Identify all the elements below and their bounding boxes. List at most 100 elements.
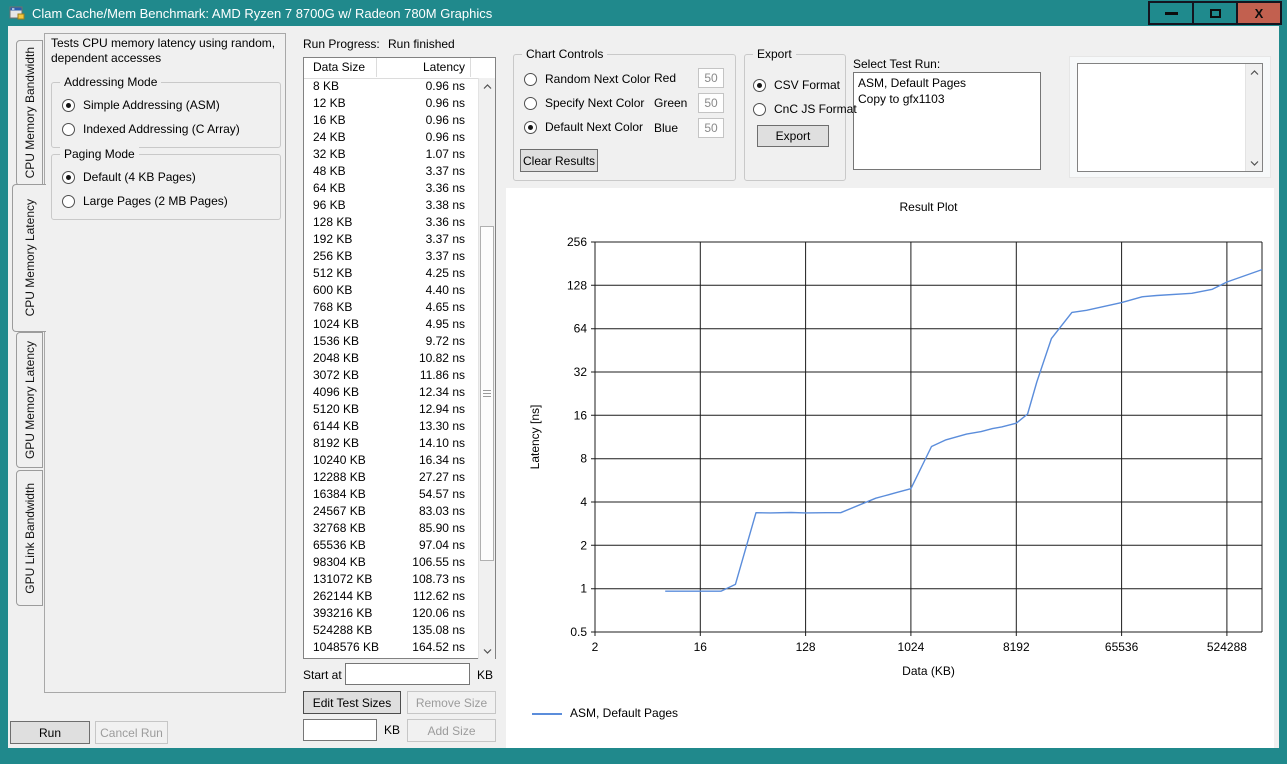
table-row[interactable]: 393216 KB120.06 ns — [304, 605, 478, 622]
table-row[interactable]: 32 KB1.07 ns — [304, 146, 478, 163]
table-row[interactable]: 131072 KB108.73 ns — [304, 571, 478, 588]
run-progress-label: Run Progress: — [303, 37, 380, 51]
svg-text:1: 1 — [580, 582, 587, 596]
close-button[interactable]: X — [1236, 1, 1282, 25]
column-divider — [376, 58, 377, 77]
start-at-input[interactable] — [345, 663, 470, 685]
scroll-up-button[interactable] — [1246, 64, 1262, 81]
log-scrollbar[interactable] — [1245, 64, 1262, 171]
add-size-button[interactable]: Add Size — [407, 719, 496, 742]
list-item[interactable]: Copy to gfx1103 — [854, 91, 1040, 107]
table-row[interactable]: 16 KB0.96 ns — [304, 112, 478, 129]
cell-latency: 0.96 ns — [426, 129, 465, 146]
table-row[interactable]: 98304 KB106.55 ns — [304, 554, 478, 571]
radio-label: Simple Addressing (ASM) — [83, 98, 220, 112]
add-size-input[interactable] — [303, 719, 377, 741]
cell-data-size: 256 KB — [313, 248, 352, 265]
scroll-down-button[interactable] — [1246, 154, 1262, 171]
column-header-latency[interactable]: Latency — [423, 60, 465, 74]
cell-latency: 11.86 ns — [420, 367, 465, 384]
cell-latency: 3.37 ns — [426, 248, 465, 265]
log-textbox[interactable] — [1077, 63, 1263, 172]
tab-cpu-memory-latency[interactable]: CPU Memory Latency — [12, 184, 46, 332]
svg-text:524288: 524288 — [1207, 640, 1247, 654]
table-row[interactable]: 24 KB0.96 ns — [304, 129, 478, 146]
table-row[interactable]: 768 KB4.65 ns — [304, 299, 478, 316]
table-row[interactable]: 48 KB3.37 ns — [304, 163, 478, 180]
cell-data-size: 6144 KB — [313, 418, 359, 435]
run-button[interactable]: Run — [10, 721, 90, 744]
table-row[interactable]: 12288 KB27.27 ns — [304, 469, 478, 486]
scroll-up-button[interactable] — [479, 78, 495, 95]
table-row[interactable]: 512 KB4.25 ns — [304, 265, 478, 282]
list-item[interactable]: ASM, Default Pages — [854, 75, 1040, 91]
table-row[interactable]: 256 KB 3.37 ns — [304, 248, 478, 265]
scrollbar-thumb[interactable] — [480, 226, 494, 561]
test-run-listbox[interactable]: ASM, Default PagesCopy to gfx1103 — [853, 72, 1041, 170]
edit-test-sizes-button[interactable]: Edit Test Sizes — [303, 691, 401, 714]
series-line-asm-default-pages — [665, 270, 1262, 592]
radio-simple-addressing-asm[interactable]: Simple Addressing (ASM) — [52, 93, 280, 117]
table-row[interactable]: 2048 KB10.82 ns — [304, 350, 478, 367]
chart-y-axis-label: Latency [ns] — [528, 337, 544, 537]
table-row[interactable]: 24567 KB83.03 ns — [304, 503, 478, 520]
results-scrollbar[interactable] — [478, 78, 495, 659]
table-row[interactable]: 262144 KB112.62 ns — [304, 588, 478, 605]
rgb-label: Red — [654, 71, 698, 85]
cell-data-size: 600 KB — [313, 282, 352, 299]
table-row[interactable]: 12 KB0.96 ns — [304, 95, 478, 112]
cell-data-size: 1048576 KB — [313, 639, 379, 656]
radio-specify-next-color[interactable]: Specify Next Color — [514, 91, 674, 115]
table-row[interactable]: 192 KB3.37 ns — [304, 231, 478, 248]
table-row[interactable]: 32768 KB85.90 ns — [304, 520, 478, 537]
radio-csv-format[interactable]: CSV Format — [743, 73, 845, 97]
table-row[interactable]: 600 KB4.40 ns — [304, 282, 478, 299]
tab-gpu-memory-latency[interactable]: GPU Memory Latency — [16, 332, 43, 468]
radio-large-pages-2-mb-pages[interactable]: Large Pages (2 MB Pages) — [52, 189, 280, 213]
table-row[interactable]: 1024 KB4.95 ns — [304, 316, 478, 333]
rgb-row-blue: Blue — [654, 115, 724, 140]
tab-cpu-memory-bandwidth[interactable]: CPU Memory Bandwidth — [16, 40, 43, 186]
table-row[interactable]: 524288 KB135.08 ns — [304, 622, 478, 639]
table-row[interactable]: 1536 KB9.72 ns — [304, 333, 478, 350]
minimize-button[interactable] — [1148, 1, 1194, 25]
table-row[interactable]: 16384 KB54.57 ns — [304, 486, 478, 503]
radio-indexed-addressing-c-array[interactable]: Indexed Addressing (C Array) — [52, 117, 280, 141]
green-input[interactable] — [698, 93, 724, 113]
maximize-button[interactable] — [1192, 1, 1238, 25]
table-row[interactable]: 5120 KB12.94 ns — [304, 401, 478, 418]
cancel-run-button[interactable]: Cancel Run — [95, 721, 168, 744]
radio-icon — [62, 195, 75, 208]
chart-legend: ASM, Default Pages — [532, 706, 678, 722]
red-input[interactable] — [698, 68, 724, 88]
blue-input[interactable] — [698, 118, 724, 138]
remove-size-button[interactable]: Remove Size — [407, 691, 496, 714]
table-row[interactable]: 8192 KB14.10 ns — [304, 435, 478, 452]
table-row[interactable]: 10240 KB16.34 ns — [304, 452, 478, 469]
table-row[interactable]: 96 KB3.38 ns — [304, 197, 478, 214]
cell-latency: 9.72 ns — [426, 333, 465, 350]
svg-text:1024: 1024 — [898, 640, 925, 654]
table-row[interactable]: 6144 KB13.30 ns — [304, 418, 478, 435]
table-row[interactable]: 64 KB3.36 ns — [304, 180, 478, 197]
radio-cnc-js-format[interactable]: CnC JS Format — [743, 97, 845, 121]
clear-results-button[interactable]: Clear Results — [520, 149, 598, 172]
cell-latency: 164.52 ns — [412, 639, 465, 656]
radio-label: CSV Format — [774, 78, 840, 92]
radio-default-4-kb-pages[interactable]: Default (4 KB Pages) — [52, 165, 280, 189]
table-row[interactable]: 128 KB 3.36 ns — [304, 214, 478, 231]
export-button[interactable]: Export — [757, 125, 829, 147]
radio-default-next-color[interactable]: Default Next Color — [514, 115, 674, 139]
table-row[interactable]: 8 KB0.96 ns — [304, 78, 478, 95]
radio-random-next-color[interactable]: Random Next Color — [514, 67, 674, 91]
scroll-down-button[interactable] — [479, 642, 495, 659]
column-header-data-size[interactable]: Data Size — [313, 60, 365, 74]
tab-gpu-link-bandwidth[interactable]: GPU Link Bandwidth — [16, 470, 43, 606]
cell-latency: 1.07 ns — [426, 146, 465, 163]
table-row[interactable]: 3072 KB11.86 ns — [304, 367, 478, 384]
cell-data-size: 128 KB — [313, 214, 352, 231]
table-row[interactable]: 1048576 KB 164.52 ns — [304, 639, 478, 656]
cell-latency: 3.36 ns — [426, 214, 465, 231]
table-row[interactable]: 4096 KB12.34 ns — [304, 384, 478, 401]
table-row[interactable]: 65536 KB97.04 ns — [304, 537, 478, 554]
